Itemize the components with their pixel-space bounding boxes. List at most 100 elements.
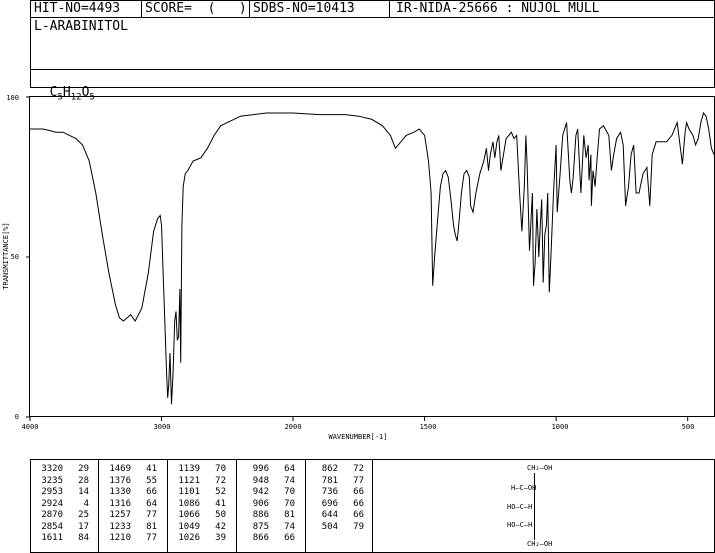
header-divider-1 [141,0,142,18]
peak-wavenumber: 942 [252,487,269,497]
peak-transmittance: 29 [78,464,89,474]
peak-transmittance: 50 [215,510,226,520]
spectrum-line [30,111,715,405]
structure-row-3: HO—C—H [507,521,533,529]
peak-transmittance: 77 [353,475,364,486]
y-tick-0: 0 [15,413,19,421]
header-row [30,0,715,18]
peak-wavenumber: 2854 [41,521,63,532]
peak-wavenumber: 1376 [109,475,131,486]
compound-name: L-ARABINITOL [34,19,128,34]
peak-transmittance: 74 [284,521,295,532]
peak-transmittance: 77 [146,510,157,520]
peak-transmittance: 66 [353,498,364,509]
peak-wavenumber: 1086 [178,498,200,509]
peak-wavenumber: 1210 [109,533,131,543]
structure-row-1: H—C—OH [511,484,537,492]
peak-transmittance: 74 [284,475,295,486]
peak-wavenumber: 2953 [41,487,63,497]
peak-transmittance: 25 [78,510,89,520]
peak-transmittance: 66 [353,487,364,497]
peak-wavenumber: 2870 [41,510,63,520]
peak-transmittance: 41 [146,464,157,474]
peak-table-divider-1 [98,459,99,553]
x-tick-500: 500 [682,423,695,431]
peak-wavenumber: 886 [252,510,269,520]
peak-wavenumber: 1611 [41,533,63,543]
peak-wavenumber: 504 [321,521,338,532]
y-axis-label: TRANSMITTANCE[%] [2,222,10,289]
peak-wavenumber: 1101 [178,487,200,497]
peak-wavenumber: 906 [252,498,269,509]
peak-wavenumber: 781 [321,475,338,486]
peak-transmittance: 81 [146,521,157,532]
peak-transmittance: 28 [78,475,89,486]
sdbs-number: SDBS-NO=10413 [253,1,355,16]
peak-wavenumber: 3235 [41,475,63,486]
peak-wavenumber: 644 [321,510,338,520]
y-tick-50: 50 [11,253,19,261]
formula-box [30,69,715,88]
peak-wavenumber: 1469 [109,464,131,474]
peak-transmittance: 14 [78,487,89,497]
peak-transmittance: 52 [215,487,226,497]
peak-transmittance: 64 [146,498,157,509]
peak-transmittance: 42 [215,521,226,532]
peak-wavenumber: 1066 [178,510,200,520]
plot-frame [29,96,715,417]
peak-wavenumber: 736 [321,487,338,497]
peak-transmittance: 79 [353,521,364,532]
peak-transmittance: 72 [215,475,226,486]
header-divider-2 [249,0,250,18]
peak-transmittance: 70 [284,487,295,497]
ir-spectrum-chart: 100 50 0 4000 3000 2000 1500 1000 500 WA… [2,94,715,441]
peak-table-divider-4 [305,459,306,553]
peak-transmittance: 81 [284,510,295,520]
peak-wavenumber: 1330 [109,487,131,497]
peak-transmittance: 41 [215,498,226,509]
peak-transmittance: 72 [353,464,364,474]
peak-transmittance: 70 [284,498,295,509]
peak-wavenumber: 1233 [109,521,131,532]
header-divider-3 [389,0,390,18]
x-tick-3000: 3000 [154,423,171,431]
peak-wavenumber: 875 [252,521,269,532]
x-tick-4000: 4000 [22,423,39,431]
peak-wavenumber: 1139 [178,464,200,474]
peak-wavenumber: 1049 [178,521,200,532]
peak-wavenumber: 3320 [41,464,63,474]
score: SCORE= ( ) [145,1,247,16]
peak-wavenumber: 2924 [41,498,63,509]
peak-transmittance: 66 [146,487,157,497]
structure-top: CH₂—OH [527,464,553,472]
peak-wavenumber: 862 [321,464,338,474]
ir-sample-info: IR-NIDA-25666 : NUJOL MULL [396,1,600,16]
peak-table-divider-2 [167,459,168,553]
peak-transmittance: 39 [215,533,226,543]
peak-wavenumber: 948 [252,475,269,486]
peak-transmittance: 84 [78,533,89,543]
peak-wavenumber: 1257 [109,510,131,520]
peak-wavenumber: 1316 [109,498,131,509]
peak-transmittance: 55 [146,475,157,486]
structure-backbone [534,473,535,540]
structure-box [372,459,715,553]
x-tick-1000: 1000 [552,423,569,431]
peak-transmittance: 64 [284,464,295,474]
peak-wavenumber: 996 [252,464,269,474]
compound-box [30,17,715,70]
structure-row-2: HO—C—H [507,503,533,511]
peak-table-divider-3 [236,459,237,553]
peak-wavenumber: 696 [321,498,338,509]
x-tick-1500: 1500 [420,423,437,431]
peak-wavenumber: 1121 [178,475,200,486]
x-axis-label: WAVENUMBER[-1] [328,433,387,441]
structure-bottom: CH₂—OH [527,540,553,548]
y-tick-100: 100 [6,94,19,102]
hit-number: HIT-NO=4493 [34,1,121,16]
peak-wavenumber: 1026 [178,533,200,543]
peak-transmittance: 66 [353,510,364,520]
peak-transmittance: 77 [146,533,157,543]
peak-transmittance: 66 [284,533,295,543]
peak-transmittance: 70 [215,464,226,474]
